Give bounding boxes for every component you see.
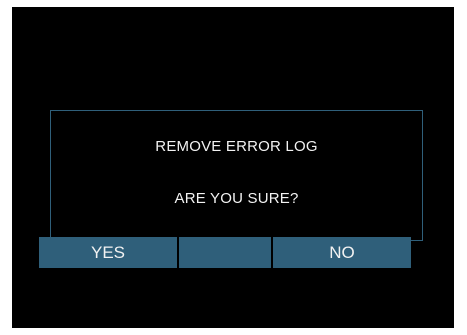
confirmation-dialog: REMOVE ERROR LOG ARE YOU SURE? xyxy=(50,110,423,241)
dialog-message: ARE YOU SURE? xyxy=(174,190,299,207)
dialog-title: REMOVE ERROR LOG xyxy=(155,138,318,155)
softkey-bar: YES NO xyxy=(39,237,411,268)
blank-softkey-button[interactable] xyxy=(177,237,273,268)
yes-button[interactable]: YES xyxy=(39,237,177,268)
no-button[interactable]: NO xyxy=(273,237,411,268)
device-screen: REMOVE ERROR LOG ARE YOU SURE? xyxy=(12,7,454,328)
